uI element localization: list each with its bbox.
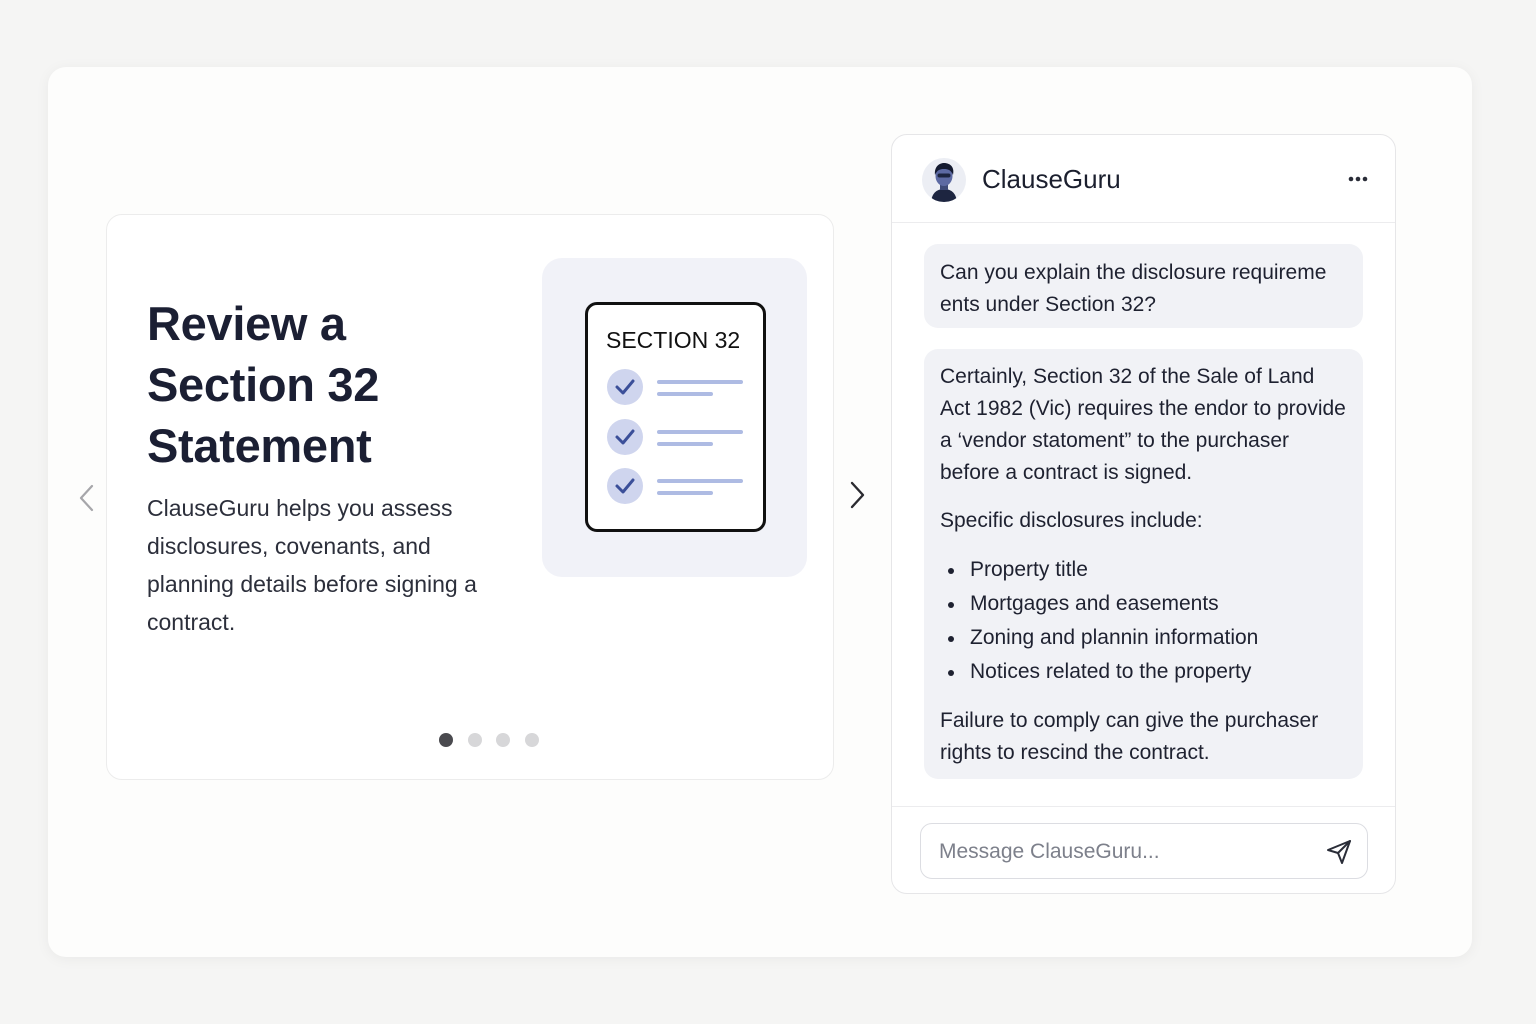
checklist-row: [607, 369, 757, 405]
checklist-row: [607, 419, 757, 455]
document-illustration: SECTION 32: [585, 302, 766, 532]
list-item: Mortgages and easements: [948, 587, 1347, 621]
message-text: Can you explain the disclosure requireme…: [940, 261, 1327, 316]
checkmark-icon: [607, 468, 643, 504]
chat-panel: ClauseGuru Can you explain the disclosur…: [891, 134, 1396, 894]
slide-title-line: Statement: [147, 419, 372, 472]
checkmark-icon: [607, 419, 643, 455]
carousel-next-button[interactable]: [842, 475, 872, 515]
message-input[interactable]: [937, 836, 1311, 868]
chat-header: ClauseGuru: [892, 135, 1395, 223]
bot-avatar-icon: [922, 158, 966, 202]
checklist-line: [657, 442, 713, 446]
chevron-right-icon: [850, 481, 865, 509]
carousel-slide: Review a Section 32 Statement ClauseGuru…: [106, 214, 834, 780]
bot-name: ClauseGuru: [982, 164, 1121, 194]
chat-menu-button[interactable]: [1344, 165, 1372, 193]
pagination-dot-4[interactable]: [525, 733, 539, 747]
checkmark-icon: [607, 369, 643, 405]
list-item: Property title: [948, 553, 1347, 587]
message-closing: Failure to comply can give the purchaser…: [940, 709, 1319, 764]
pagination-dot-3[interactable]: [496, 733, 510, 747]
assistant-message: Certainly, Section 32 of the Sale of Lan…: [924, 349, 1363, 779]
pagination-dot-2[interactable]: [468, 733, 482, 747]
carousel-prev-button[interactable]: [72, 478, 102, 518]
slide-illustration: SECTION 32: [542, 258, 807, 577]
message-list-heading: Specific disclosures include:: [940, 509, 1203, 532]
disclosure-list: Property title Mortgages and easements Z…: [940, 553, 1347, 689]
slide-title-line: Section 32: [147, 358, 380, 411]
checklist-line: [657, 491, 713, 495]
checklist-row: [607, 468, 757, 504]
list-item: Zoning and plannin information: [948, 621, 1347, 655]
checklist-line: [657, 380, 743, 384]
list-item: Notices related to the property: [948, 655, 1347, 689]
checklist-line: [657, 392, 713, 396]
send-icon: [1327, 840, 1351, 864]
document-title: SECTION 32: [606, 327, 741, 353]
slide-title-line: Review a: [147, 297, 346, 350]
checklist-line: [657, 479, 743, 483]
checklist-line: [657, 430, 743, 434]
message-intro: Certainly, Section 32 of the Sale of Lan…: [940, 365, 1346, 484]
more-horizontal-icon: [1348, 176, 1368, 182]
chevron-left-icon: [79, 484, 94, 512]
message-composer: [920, 823, 1368, 879]
pagination-dot-1[interactable]: [439, 733, 453, 747]
user-message: Can you explain the disclosure requireme…: [924, 244, 1363, 328]
slide-description: ClauseGuru helps you assess disclosures,…: [147, 495, 477, 635]
send-button[interactable]: [1324, 837, 1354, 867]
slide-title: Review a Section 32 Statement: [147, 293, 527, 476]
composer-area: [892, 806, 1395, 893]
